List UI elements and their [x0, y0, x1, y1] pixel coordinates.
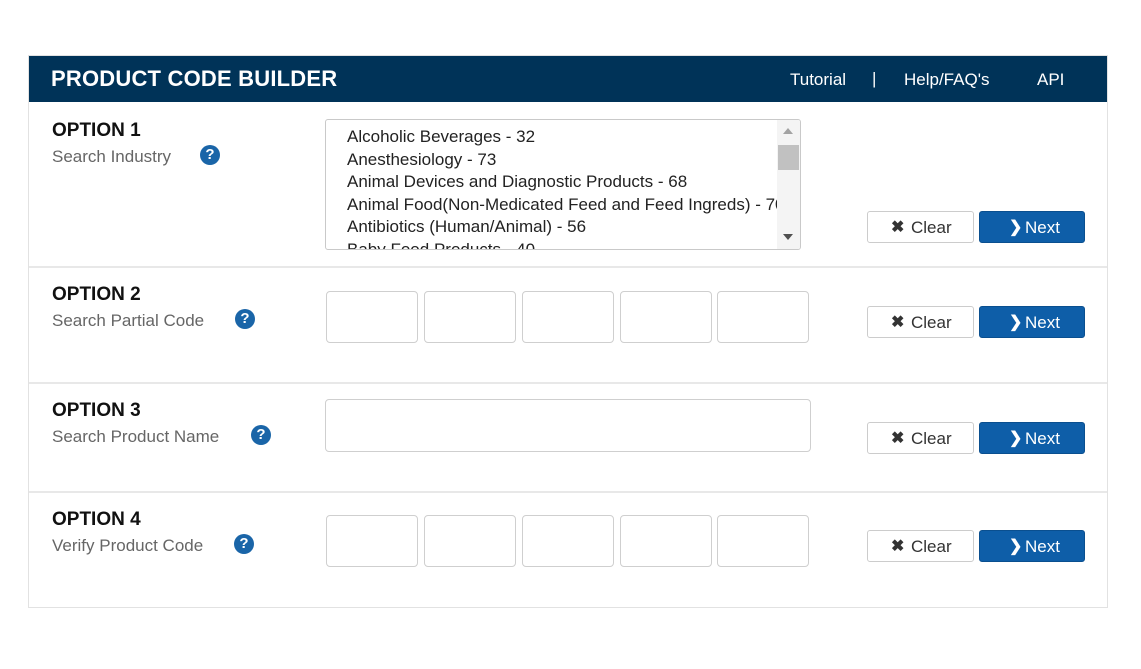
times-icon: ✖: [891, 314, 905, 331]
page-title: PRODUCT CODE BUILDER: [51, 66, 338, 91]
times-icon: ✖: [891, 219, 905, 236]
option-4-title: OPTION 4: [52, 509, 141, 530]
product-name-input[interactable]: [325, 399, 811, 452]
scroll-down-arrow-icon[interactable]: [783, 234, 793, 240]
clear-label: Clear: [911, 313, 952, 332]
option-1-subtitle: Search Industry: [52, 147, 172, 166]
help-question-icon[interactable]: ?: [251, 425, 271, 445]
option-3-title: OPTION 3: [52, 400, 141, 421]
industry-listbox[interactable]: Alcoholic Beverages - 32 Anesthesiology …: [325, 119, 801, 250]
industry-option[interactable]: Antibiotics (Human/Animal) - 56: [347, 216, 785, 239]
option-3-clear-button[interactable]: ✖ Clear: [867, 422, 974, 454]
partial-code-input-3[interactable]: [522, 291, 614, 343]
next-label: Next: [1025, 313, 1060, 332]
option-2-clear-button[interactable]: ✖ Clear: [867, 306, 974, 338]
option-4-row: OPTION 4 Verify Product Code ? ✖ Clear ❯…: [29, 493, 1107, 607]
help-question-icon[interactable]: ?: [200, 145, 220, 165]
option-2-title: OPTION 2: [52, 284, 141, 305]
option-4-subtitle: Verify Product Code: [52, 536, 204, 555]
times-icon: ✖: [891, 538, 905, 555]
verify-code-input-4[interactable]: [620, 515, 712, 567]
partial-code-input-5[interactable]: [717, 291, 809, 343]
option-4-clear-button[interactable]: ✖ Clear: [867, 530, 974, 562]
next-label: Next: [1025, 429, 1060, 448]
option-2-next-button[interactable]: ❯ Next: [979, 306, 1085, 338]
option-1-row: OPTION 1 Search Industry ? Alcoholic Bev…: [29, 102, 1107, 268]
industry-list: Alcoholic Beverages - 32 Anesthesiology …: [347, 126, 785, 250]
option-2-subtitle: Search Partial Code: [52, 311, 205, 330]
verify-code-input-3[interactable]: [522, 515, 614, 567]
help-question-icon[interactable]: ?: [235, 309, 255, 329]
nav-link-help-faq[interactable]: Help/FAQ's: [904, 70, 989, 90]
times-icon: ✖: [891, 430, 905, 447]
partial-code-input-2[interactable]: [424, 291, 516, 343]
clear-label: Clear: [911, 429, 952, 448]
option-3-next-button[interactable]: ❯ Next: [979, 422, 1085, 454]
listbox-scrollbar[interactable]: [777, 120, 800, 249]
verify-code-input-1[interactable]: [326, 515, 418, 567]
scroll-up-arrow-icon[interactable]: [783, 128, 793, 134]
option-1-title: OPTION 1: [52, 120, 141, 141]
option-3-row: OPTION 3 Search Product Name ? ✖ Clear ❯…: [29, 384, 1107, 493]
verify-code-input-5[interactable]: [717, 515, 809, 567]
chevron-right-icon: ❯: [1009, 314, 1023, 331]
header-bar: PRODUCT CODE BUILDER Tutorial | Help/FAQ…: [29, 56, 1107, 102]
nav-separator: |: [872, 69, 877, 88]
option-4-next-button[interactable]: ❯ Next: [979, 530, 1085, 562]
chevron-right-icon: ❯: [1009, 430, 1023, 447]
option-1-clear-button[interactable]: ✖ Clear: [867, 211, 974, 243]
next-label: Next: [1025, 218, 1060, 237]
nav-link-api[interactable]: API: [1037, 70, 1064, 90]
option-3-subtitle: Search Product Name: [52, 427, 220, 446]
nav-link-tutorial[interactable]: Tutorial: [790, 70, 846, 90]
industry-option[interactable]: Baby Food Products - 40: [347, 239, 785, 250]
industry-option[interactable]: Alcoholic Beverages - 32: [347, 126, 785, 149]
option-2-row: OPTION 2 Search Partial Code ? ✖ Clear ❯…: [29, 268, 1107, 384]
scrollbar-thumb[interactable]: [778, 145, 799, 170]
help-question-icon[interactable]: ?: [234, 534, 254, 554]
product-code-builder-panel: PRODUCT CODE BUILDER Tutorial | Help/FAQ…: [28, 55, 1108, 608]
next-label: Next: [1025, 537, 1060, 556]
industry-option[interactable]: Anesthesiology - 73: [347, 149, 785, 172]
clear-label: Clear: [911, 218, 952, 237]
chevron-right-icon: ❯: [1009, 538, 1023, 555]
industry-option[interactable]: Animal Devices and Diagnostic Products -…: [347, 171, 785, 194]
clear-label: Clear: [911, 537, 952, 556]
industry-option[interactable]: Animal Food(Non-Medicated Feed and Feed …: [347, 194, 785, 217]
option-1-next-button[interactable]: ❯ Next: [979, 211, 1085, 243]
chevron-right-icon: ❯: [1009, 219, 1023, 236]
partial-code-input-1[interactable]: [326, 291, 418, 343]
verify-code-input-2[interactable]: [424, 515, 516, 567]
partial-code-input-4[interactable]: [620, 291, 712, 343]
